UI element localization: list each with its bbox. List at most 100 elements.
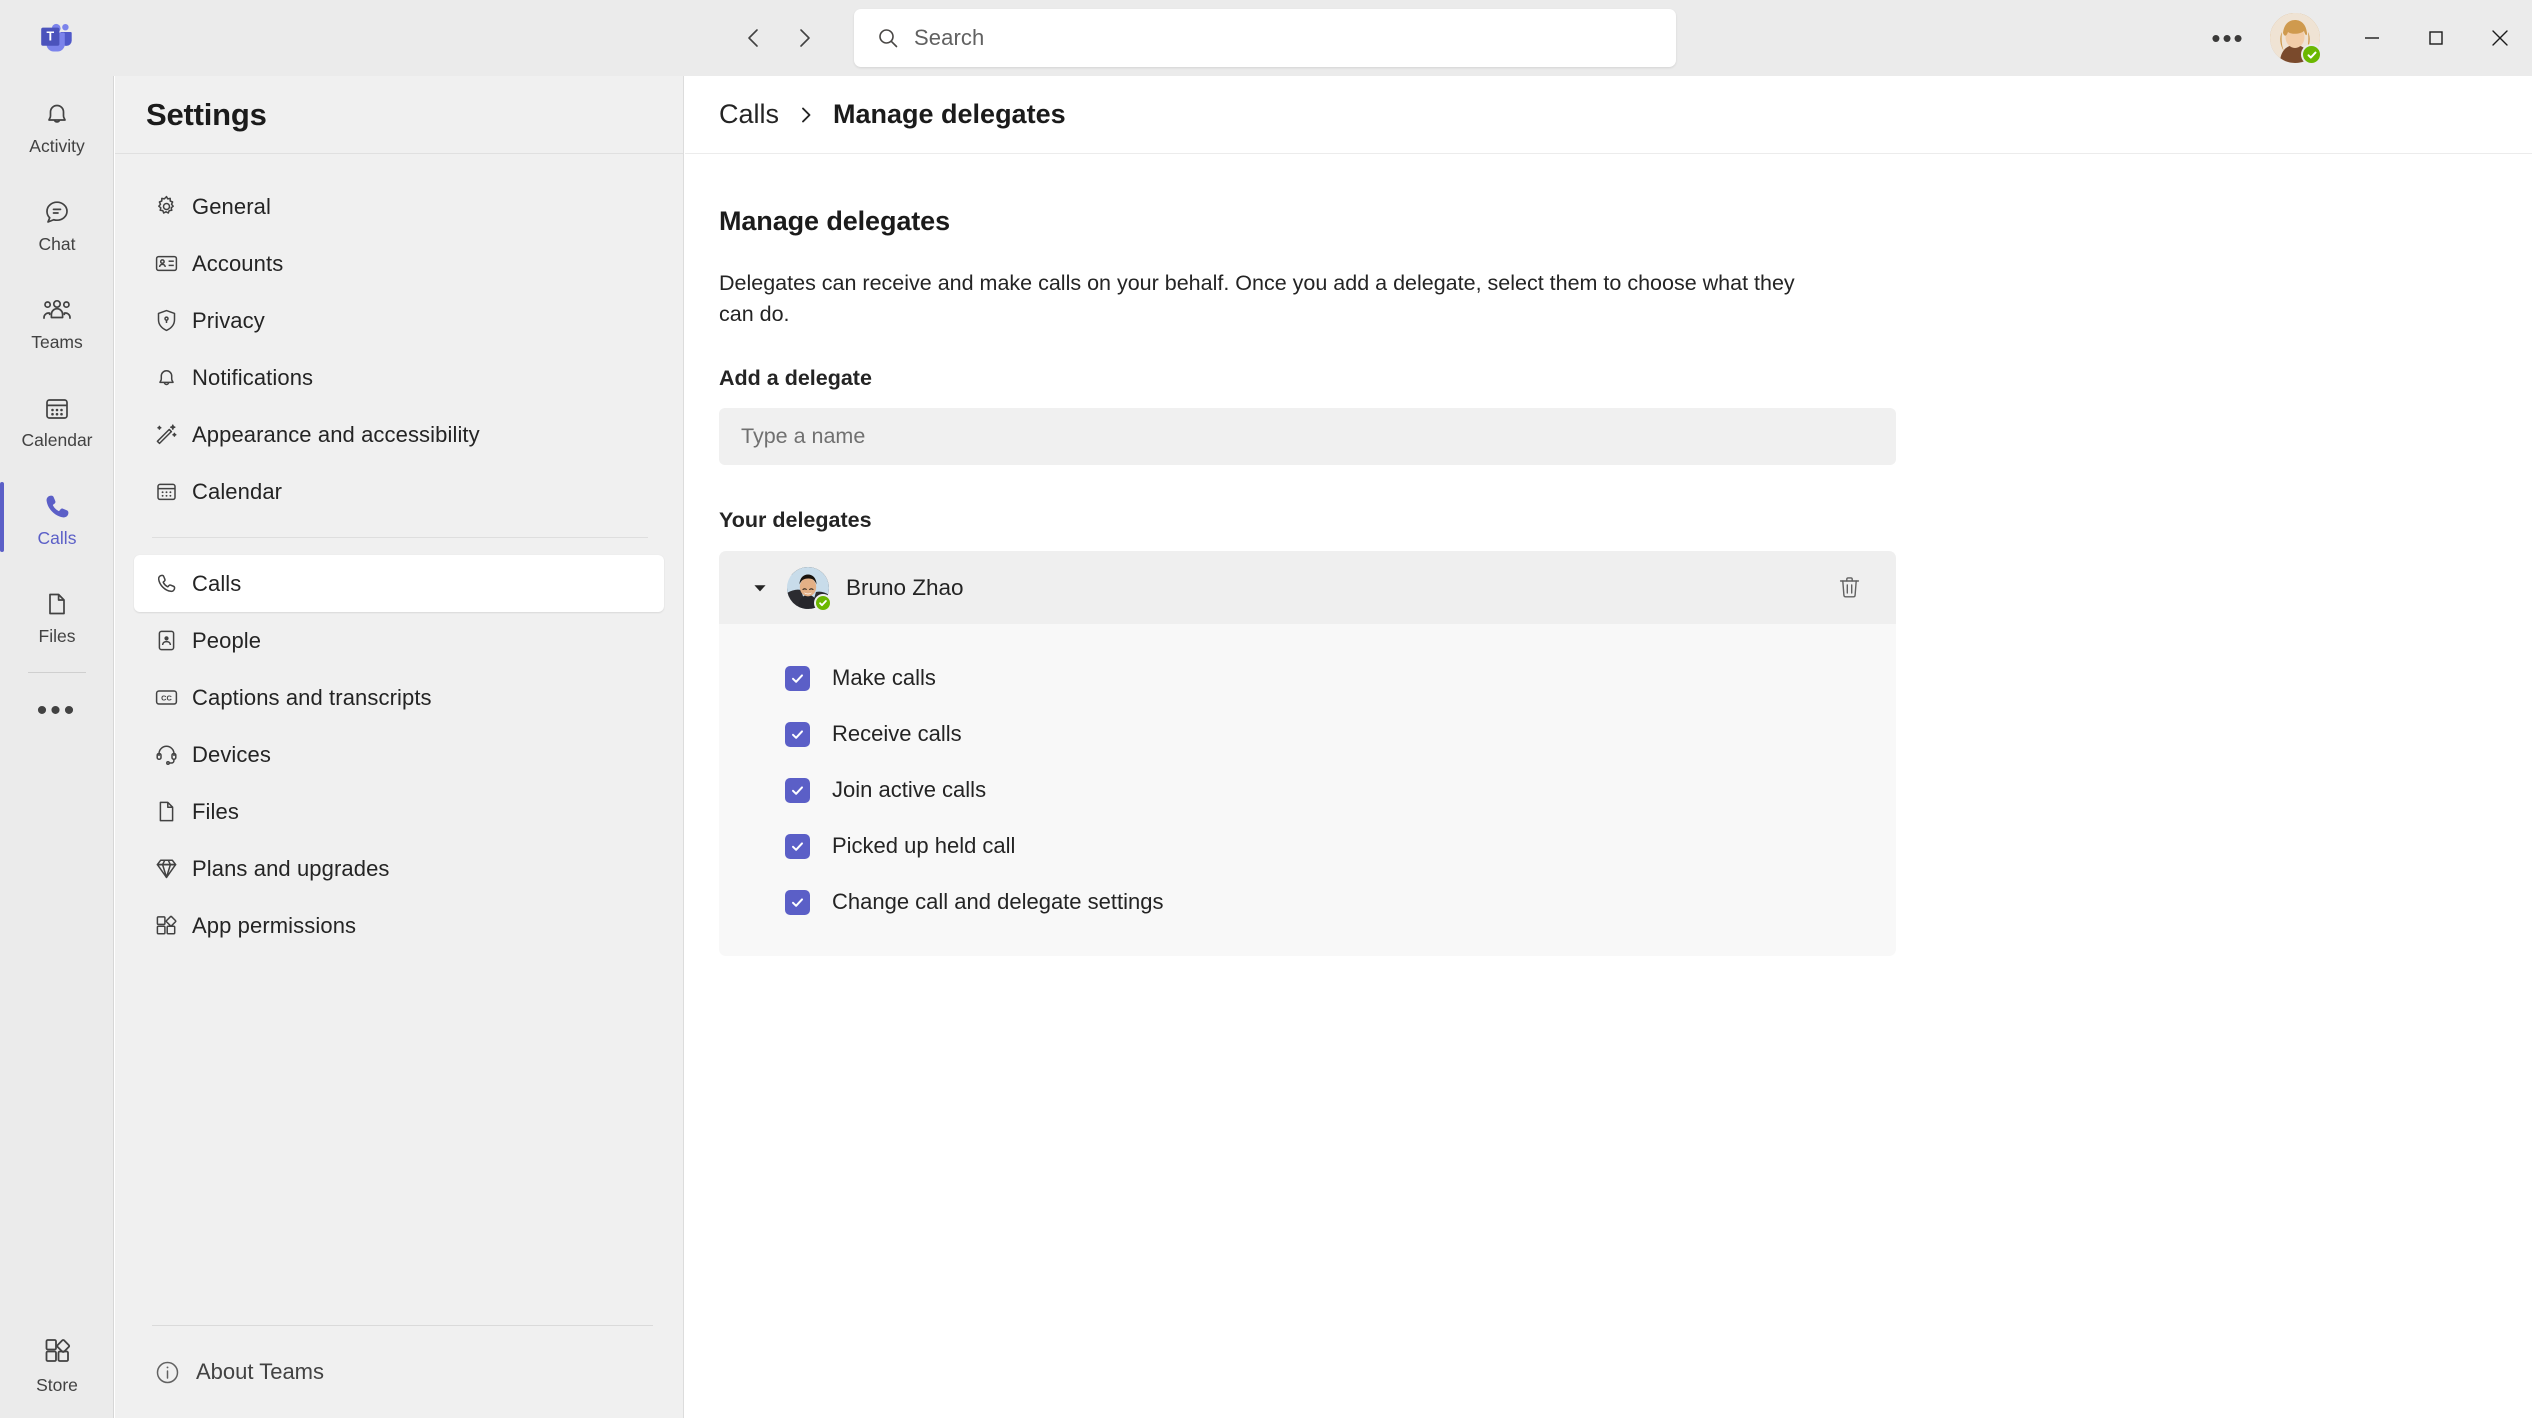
delegate-header-row[interactable]: Bruno Zhao — [719, 551, 1896, 625]
checkbox-join-active-calls[interactable] — [785, 777, 810, 803]
sidebar-item-general[interactable]: General — [134, 178, 664, 235]
sidebar-item-files[interactable]: Files — [134, 783, 664, 840]
people-card-icon — [154, 628, 192, 653]
settings-sidebar: Settings General Accounts Privacy Notifi… — [115, 76, 684, 1418]
permission-row[interactable]: Join active calls — [719, 762, 1896, 818]
breadcrumb-current: Manage delegates — [833, 99, 1066, 129]
teams-logo-icon: T — [41, 23, 72, 52]
permission-row[interactable]: Make calls — [719, 650, 1896, 706]
back-button[interactable] — [734, 18, 774, 58]
delegate-name: Bruno Zhao — [846, 574, 964, 600]
about-teams-button[interactable]: About Teams — [115, 1326, 684, 1418]
chevron-right-icon — [796, 105, 816, 125]
permission-label: Make calls — [832, 665, 936, 691]
rail-item-calls[interactable]: Calls — [0, 468, 114, 566]
checkbox-make-calls[interactable] — [785, 665, 810, 691]
settings-divider — [152, 537, 648, 538]
checkmark-icon — [792, 897, 803, 907]
presence-available-badge — [814, 593, 832, 612]
info-icon — [154, 1359, 196, 1386]
permission-label: Receive calls — [832, 721, 962, 747]
sidebar-item-calls[interactable]: Calls — [134, 555, 664, 612]
sidebar-item-label: Devices — [192, 741, 271, 767]
page-description: Delegates can receive and make calls on … — [719, 271, 1795, 326]
rail-item-files[interactable]: Files — [0, 566, 114, 664]
sidebar-item-people[interactable]: People — [134, 612, 664, 669]
sidebar-item-calendar[interactable]: Calendar — [134, 463, 664, 520]
sidebar-item-label: Calendar — [192, 478, 283, 504]
rail-label: Activity — [29, 136, 85, 157]
minimize-icon — [2365, 37, 2379, 39]
sidebar-item-label: People — [192, 627, 262, 653]
search-box[interactable]: Search — [854, 9, 1676, 67]
svg-text:T: T — [46, 30, 54, 44]
rail-item-chat[interactable]: Chat — [0, 174, 114, 272]
breadcrumb: Calls Manage delegates — [685, 76, 2532, 154]
diamond-icon — [154, 856, 192, 881]
maximize-button[interactable] — [2404, 0, 2468, 76]
close-button[interactable] — [2468, 0, 2532, 76]
page-title: Settings — [146, 96, 267, 132]
app-rail: Activity Chat Teams Calendar Calls Files… — [0, 76, 114, 1418]
rail-label: Calls — [37, 528, 77, 549]
checkmark-icon — [792, 729, 803, 739]
rail-label: Calendar — [21, 430, 93, 451]
more-options-button[interactable]: ••• — [2200, 10, 2256, 66]
about-section: About Teams — [115, 1325, 684, 1418]
chevron-down-icon[interactable] — [747, 580, 773, 596]
shield-lock-icon — [154, 308, 192, 333]
sidebar-item-accounts[interactable]: Accounts — [134, 235, 664, 292]
phone-icon — [41, 486, 73, 526]
delete-delegate-button[interactable] — [1826, 565, 1872, 611]
checkbox-change-call-and-delegate-settings[interactable] — [785, 889, 810, 915]
checkbox-picked-up-held-call[interactable] — [785, 833, 810, 859]
sidebar-item-privacy[interactable]: Privacy — [134, 292, 664, 349]
avatar[interactable] — [2270, 13, 2322, 65]
rail-item-store[interactable]: Store — [0, 1330, 114, 1396]
sidebar-item-label: Notifications — [192, 364, 314, 390]
forward-button[interactable] — [784, 18, 824, 58]
search-icon — [876, 26, 900, 50]
nav-arrows — [734, 18, 824, 58]
closed-caption-icon: CC — [154, 685, 192, 710]
sidebar-item-label: Appearance and accessibility — [192, 421, 480, 447]
rail-item-activity[interactable]: Activity — [0, 76, 114, 174]
sidebar-item-label: General — [192, 193, 271, 219]
permission-label: Change call and delegate settings — [832, 889, 1164, 915]
minimize-button[interactable] — [2340, 0, 2404, 76]
permission-row[interactable]: Picked up held call — [719, 818, 1896, 874]
file-icon — [41, 584, 73, 624]
sidebar-item-devices[interactable]: Devices — [134, 726, 664, 783]
sidebar-item-label: Accounts — [192, 250, 284, 276]
about-teams-label: About Teams — [196, 1359, 325, 1384]
sidebar-item-notifications[interactable]: Notifications — [134, 349, 664, 406]
add-delegate-input[interactable] — [719, 408, 1896, 466]
permission-row[interactable]: Change call and delegate settings — [719, 874, 1896, 930]
rail-label: Store — [36, 1375, 78, 1395]
sidebar-item-appearance-and-accessibility[interactable]: Appearance and accessibility — [134, 406, 664, 463]
sidebar-item-plans-and-upgrades[interactable]: Plans and upgrades — [134, 840, 664, 897]
gear-icon — [154, 194, 192, 219]
breadcrumb-parent-calls[interactable]: Calls — [719, 99, 779, 130]
permission-label: Picked up held call — [832, 833, 1016, 859]
checkmark-icon — [792, 673, 803, 683]
apps-icon — [154, 913, 192, 938]
calendar-icon — [154, 479, 192, 504]
permission-label: Join active calls — [832, 777, 987, 803]
checkmark-icon — [792, 841, 803, 851]
permission-row[interactable]: Receive calls — [719, 706, 1896, 762]
teams-logo: T — [0, 0, 114, 76]
title-bar: T Search ••• — [0, 0, 2532, 76]
sidebar-item-captions-and-transcripts[interactable]: CC Captions and transcripts — [134, 669, 664, 726]
bell-icon — [154, 365, 192, 390]
add-delegate-label: Add a delegate — [719, 366, 872, 391]
rail-item-teams[interactable]: Teams — [0, 272, 114, 370]
sidebar-item-app-permissions[interactable]: App permissions — [134, 897, 664, 954]
settings-menu: General Accounts Privacy Notifications A… — [115, 154, 683, 954]
delegate-card: Bruno Zhao Make calls Receive calls Join… — [719, 551, 1896, 957]
settings-header: Settings — [115, 76, 683, 154]
rail-label: Teams — [31, 332, 83, 353]
checkbox-receive-calls[interactable] — [785, 721, 810, 747]
rail-item-calendar[interactable]: Calendar — [0, 370, 114, 468]
rail-more-apps-button[interactable]: ••• — [0, 673, 114, 749]
